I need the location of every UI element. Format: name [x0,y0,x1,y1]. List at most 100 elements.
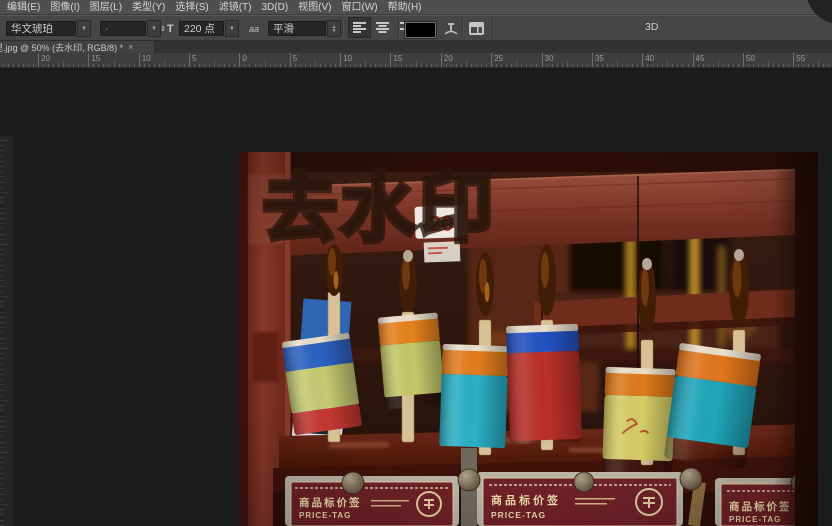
ruler-tick [13,64,14,67]
ruler-tick [350,64,351,67]
ruler-tick [401,64,402,67]
ruler-tick [0,145,4,146]
menu-item-3[interactable]: 类型(Y) [127,0,170,15]
menu-item-9[interactable]: 帮助(H) [383,0,427,15]
ruler-tick [103,64,104,67]
ruler-tick [0,390,4,391]
ruler-tick [395,64,396,67]
separator [462,19,464,38]
anti-alias-select[interactable]: 平滑 [268,21,326,36]
ruler-tick [481,64,482,67]
menu-item-2[interactable]: 图层(L) [85,0,127,15]
ruler-tick [300,64,301,67]
ruler-tick [803,64,804,67]
ruler-tick [436,64,437,67]
ruler-tick [114,61,115,67]
ruler-tick [355,64,356,67]
menu-item-0[interactable]: 编辑(E) [2,0,45,15]
ruler-tick [0,395,4,396]
ruler-tick [0,473,4,474]
ruler-tick [275,64,276,67]
separator [398,19,400,38]
tab-close-icon[interactable]: × [128,42,133,52]
ruler-tick [0,234,4,235]
ruler-tick [219,64,220,67]
ruler-tick [456,64,457,67]
ruler-label: 10 [142,54,151,63]
ruler-tick [340,53,341,67]
ruler-tick [753,64,754,67]
menu-item-5[interactable]: 滤镜(T) [214,0,257,15]
ruler-tick [280,64,281,67]
horizontal-ruler[interactable]: 20151050510152025303540455055 [0,53,832,68]
menu-item-6[interactable]: 3D(D) [257,0,294,15]
ruler-tick [0,249,4,250]
ruler-tick [526,64,527,67]
ruler-tick [0,338,4,339]
ruler-tick [431,64,432,67]
ruler-tick [496,64,497,67]
menu-item-1[interactable]: 图像(I) [45,0,84,15]
anti-alias-icon: aa [249,24,259,34]
font-family-dropdown-arrow-icon[interactable]: ▼ [77,20,91,37]
ruler-tick [793,53,794,67]
text-color-swatch[interactable] [405,22,436,38]
photoshop-window: 编辑(E)图像(I)图层(L)类型(Y)选择(S)滤镜(T)3D(D)视图(V)… [0,0,832,526]
align-center-button[interactable] [371,17,394,38]
font-family-select[interactable]: 华文琥珀 [6,21,76,36]
anti-alias-spinner-icon[interactable]: ▲▼ [327,20,341,37]
ruler-tick [677,64,678,67]
toggle-panels-icon[interactable] [468,21,485,36]
ruler-tick [813,64,814,67]
menu-item-8[interactable]: 窗口(W) [337,0,383,15]
ruler-tick [451,64,452,67]
ruler-tick [622,64,623,67]
workspace-label: 3D [645,21,658,33]
ruler-label: 25 [494,54,503,63]
ruler-tick [88,53,89,67]
warp-text-icon[interactable] [443,21,459,37]
ruler-label: 45 [696,54,705,63]
ruler-tick [0,514,4,515]
ruler-tick [471,64,472,67]
photo-document[interactable]: 20 [239,152,818,526]
ruler-tick [0,322,4,323]
font-size-input[interactable]: 220 点 [179,21,224,36]
ruler-tick [0,457,4,458]
ruler-tick [607,64,608,67]
font-size-icon[interactable]: T [167,23,174,35]
ruler-tick [773,64,774,67]
ruler-tick [642,53,643,67]
ruler-label: 0 [242,54,246,63]
ruler-tick [562,64,563,67]
ruler-tick [184,64,185,67]
ruler-label: 35 [595,54,604,63]
ruler-tick [194,64,195,67]
ruler-tick [738,64,739,67]
ruler-tick [0,431,4,432]
ruler-tick [728,64,729,67]
menu-item-7[interactable]: 视图(V) [293,0,336,15]
menu-item-4[interactable]: 选择(S) [170,0,213,15]
ruler-tick [693,53,694,67]
ruler-tick [531,64,532,67]
ruler-tick [592,53,593,67]
ruler-tick [0,468,4,469]
font-size-dropdown-arrow-icon[interactable]: ▼ [225,20,239,37]
ruler-tick [0,202,4,203]
document-tab[interactable]: 里.jpg @ 50% (去水印, RGB/8) * × [0,41,155,53]
font-style-dropdown-arrow-icon[interactable]: ▼ [147,20,161,37]
ruler-tick [154,64,155,67]
ruler-tick [63,61,64,67]
align-left-button[interactable] [348,17,371,38]
ruler-tick [0,286,4,287]
tab-bar: 里.jpg @ 50% (去水印, RGB/8) * × [0,41,832,53]
ruler-tick [577,64,578,67]
ruler-tick [149,64,150,67]
separator [342,19,344,38]
font-style-select[interactable]: - [100,21,146,36]
ruler-tick [0,244,8,245]
ruler-tick [0,358,4,359]
vertical-ruler[interactable] [0,136,13,526]
ruler-tick [108,64,109,67]
